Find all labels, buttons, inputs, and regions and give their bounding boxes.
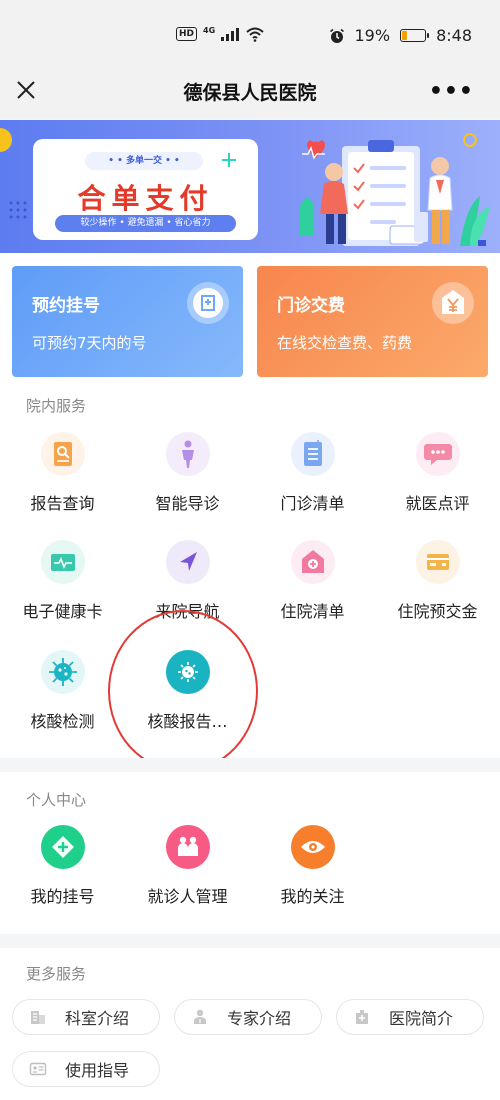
more-options-icon[interactable]: •••: [429, 79, 474, 104]
banner-tag: • • 多单一交 • •: [85, 152, 203, 170]
service-label: 智能导诊: [155, 494, 220, 513]
service-label: 住院清单: [280, 602, 345, 621]
pill-label: 科室介绍: [65, 1009, 130, 1028]
personal-patient-management[interactable]: 就诊人管理: [125, 825, 250, 907]
list-document-icon: [290, 432, 335, 476]
personal-label: 我的挂号: [30, 887, 95, 906]
hospital-icon: [356, 1010, 368, 1024]
service-inpatient-list[interactable]: 住院清单: [250, 540, 375, 622]
page-title: 德保县人民医院: [183, 82, 317, 104]
service-outpatient-list[interactable]: 门诊清单: [250, 432, 375, 514]
alarm-icon: [329, 28, 344, 43]
service-label: 住院预交金: [397, 602, 478, 621]
eye-icon: [290, 825, 335, 869]
personal-label: 我的关注: [280, 887, 345, 906]
hospital-building-icon: [187, 282, 229, 324]
status-right: 19% 8:48: [329, 26, 472, 45]
banner-dots-decoration: [9, 201, 27, 219]
service-review[interactable]: 就医点评: [375, 432, 500, 514]
service-inpatient-deposit[interactable]: 住院预交金: [375, 540, 500, 622]
service-report-query[interactable]: 报告查询: [0, 432, 125, 514]
banner-title: 合单支付: [77, 182, 214, 215]
plus-register-icon: [40, 825, 85, 869]
hospital-house-icon: [290, 540, 335, 584]
banner-subtitle: 较少操作 • 避免遗漏 • 省心省力: [55, 215, 236, 232]
status-left: HD 4G: [176, 26, 265, 42]
more-usage-guide[interactable]: 使用指导: [12, 1051, 160, 1087]
service-smart-guide[interactable]: 智能导诊: [125, 432, 250, 514]
section-title-personal: 个人中心: [26, 791, 87, 809]
section-title-more: 更多服务: [26, 965, 87, 983]
doctor-icon: [194, 1009, 206, 1024]
service-label: 报告查询: [30, 494, 95, 513]
payment-card[interactable]: 门诊交费 在线交检查费、药费: [257, 266, 488, 377]
building-icon: [31, 1011, 45, 1024]
payment-subtitle: 在线交检查费、药费: [277, 334, 413, 352]
service-label: 核酸检测: [30, 712, 95, 731]
section-divider: [0, 934, 500, 948]
body-figure-icon: [165, 432, 210, 476]
battery-percent: 19%: [354, 26, 391, 45]
network-label: 4G: [203, 26, 216, 35]
report-icon: [40, 432, 85, 476]
service-health-card[interactable]: 电子健康卡: [0, 540, 125, 622]
appointment-card[interactable]: 预约挂号 可预约7天内的号: [12, 266, 243, 377]
virus-icon: [40, 650, 85, 694]
more-department-intro[interactable]: 科室介绍: [12, 999, 160, 1035]
banner-coin-decoration: [0, 128, 12, 152]
more-hospital-intro[interactable]: 医院简介: [336, 999, 484, 1035]
wifi-icon: [246, 27, 264, 42]
promo-banner[interactable]: • • 多单一交 • • 合单支付 较少操作 • 避免遗漏 • 省心省力: [0, 120, 500, 253]
banner-sparkle-icon: [222, 153, 236, 167]
section-divider: [0, 758, 500, 772]
payment-title: 门诊交费: [277, 296, 345, 316]
people-icon: [165, 825, 210, 869]
yuan-payment-icon: [432, 282, 474, 324]
service-nucleic-test[interactable]: 核酸检测: [0, 650, 125, 732]
personal-label: 就诊人管理: [147, 887, 228, 906]
service-label: 就医点评: [405, 494, 470, 513]
appointment-subtitle: 可预约7天内的号: [32, 334, 147, 352]
health-card-icon: [40, 540, 85, 584]
section-title-in-hospital: 院内服务: [26, 397, 87, 415]
personal-my-registration[interactable]: 我的挂号: [0, 825, 125, 907]
service-label: 电子健康卡: [22, 602, 103, 621]
pill-label: 使用指导: [65, 1061, 130, 1080]
nav-bar: 德保县人民医院 •••: [0, 70, 500, 118]
battery-icon: [400, 29, 430, 42]
service-label: 门诊清单: [280, 494, 345, 513]
personal-my-follows[interactable]: 我的关注: [250, 825, 375, 907]
signal-icon: [221, 27, 240, 41]
guide-card-icon: [29, 1062, 47, 1076]
pill-label: 医院简介: [389, 1009, 454, 1028]
more-expert-intro[interactable]: 专家介绍: [174, 999, 322, 1035]
clock: 8:48: [436, 26, 472, 45]
pill-label: 专家介绍: [227, 1009, 292, 1028]
comment-bubble-icon: [415, 432, 460, 476]
status-bar: HD 4G 19% 8:48: [0, 0, 500, 70]
appointment-title: 预约挂号: [32, 296, 100, 316]
highlight-circle-annotation: [108, 610, 258, 772]
navigation-arrow-icon: [165, 540, 210, 584]
hd-badge: HD: [176, 27, 198, 41]
banner-illustration: [300, 133, 490, 246]
deposit-card-icon: [415, 540, 460, 584]
